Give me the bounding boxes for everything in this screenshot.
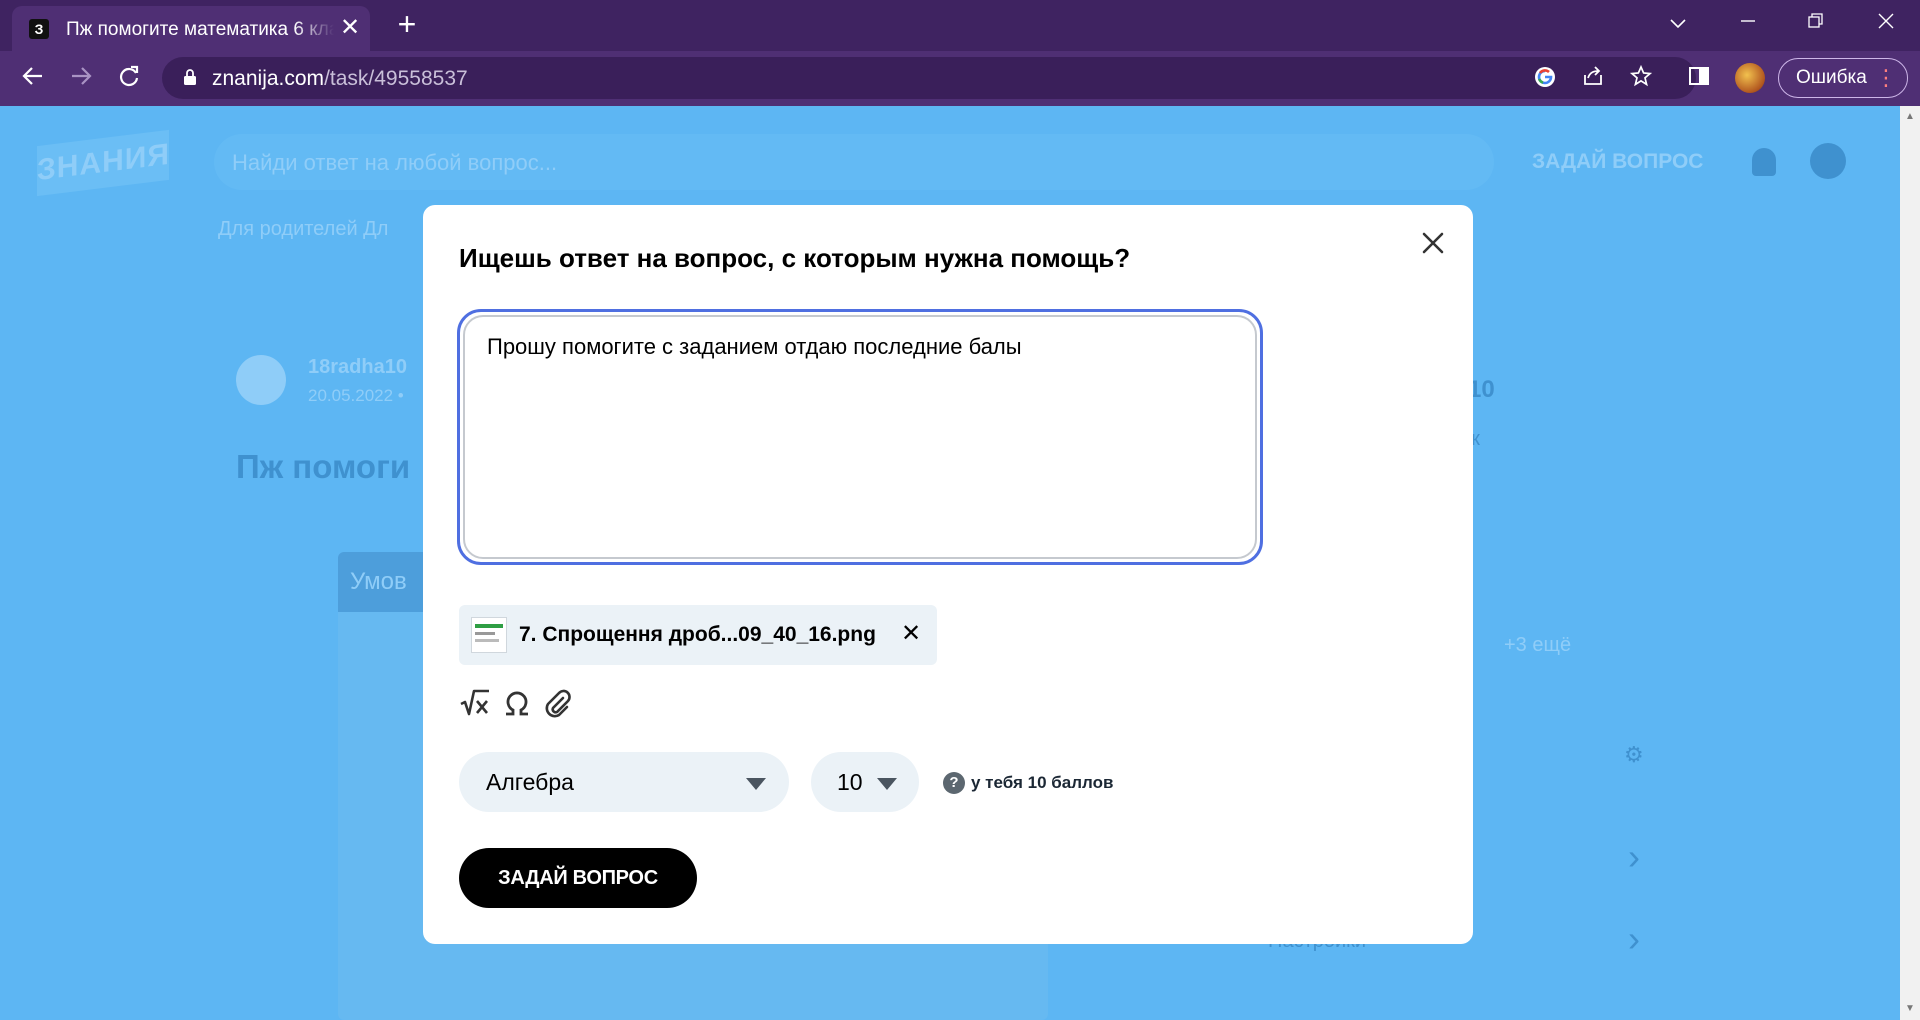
minimize-icon[interactable] [1728, 8, 1768, 38]
remove-attachment-icon[interactable]: ✕ [899, 620, 923, 648]
gear-icon: ⚙ [1624, 742, 1644, 767]
points-info: у тебя 10 баллов [971, 773, 1114, 792]
browser-toolbar: znanija.com/task/49558537 Ошибка ⋮ [0, 51, 1920, 106]
math-formula-icon[interactable] [459, 687, 491, 719]
menu-icon[interactable]: ⋮ [1875, 59, 1897, 96]
chevron-right-icon: › [1628, 918, 1640, 959]
points-select[interactable]: 10 [811, 752, 919, 812]
restore-icon[interactable] [1796, 8, 1836, 38]
scroll-up-icon[interactable]: ▲ [1905, 112, 1915, 122]
omega-symbol-icon[interactable] [501, 687, 533, 719]
page-scrollbar[interactable]: ▲ ▼ [1900, 106, 1920, 1020]
browser-tabbar: З Пж помогите математика 6 клас ✕ + [0, 0, 1920, 51]
google-icon[interactable] [1532, 65, 1558, 91]
tab-close-icon[interactable]: ✕ [338, 16, 362, 40]
question-textarea[interactable]: Прошу помогите с заданием отдаю последни… [457, 309, 1263, 565]
browser-tab[interactable]: З Пж помогите математика 6 клас ✕ [12, 6, 370, 51]
profile-error-button[interactable]: Ошибка ⋮ [1778, 58, 1908, 98]
tab-search-chevron-icon[interactable] [1658, 8, 1698, 38]
scroll-down-icon[interactable]: ▼ [1905, 1004, 1915, 1014]
url-domain: znanija.com [212, 67, 325, 90]
side-panel-icon[interactable] [1686, 65, 1712, 91]
profile-avatar[interactable] [1735, 63, 1765, 93]
question-date: 20.05.2022 • [308, 386, 404, 405]
url-text[interactable]: znanija.com/task/49558537 [212, 67, 468, 91]
subject-value: Алгебра [486, 769, 574, 795]
help-icon[interactable]: ? [943, 772, 965, 794]
site-search-placeholder: Найди ответ на любой вопрос... [232, 150, 558, 175]
question-title: Пж помоги [236, 448, 411, 485]
lock-icon[interactable] [184, 69, 196, 85]
close-icon[interactable] [1415, 225, 1451, 261]
star-icon[interactable] [1628, 64, 1654, 91]
ask-question-modal: Ищешь ответ на вопрос, с которым нужна п… [423, 205, 1473, 944]
subject-select[interactable]: Алгебра [459, 752, 789, 812]
author-avatar [236, 355, 286, 405]
bell-icon [1752, 148, 1776, 176]
user-avatar [1810, 143, 1846, 179]
znanija-favicon-icon: З [29, 19, 49, 39]
question-card-heading: Умов [350, 568, 407, 595]
chevron-down-icon [746, 778, 766, 790]
submit-question-button[interactable]: ЗАДАЙ ВОПРОС [459, 848, 697, 908]
back-icon[interactable] [16, 61, 50, 95]
forward-icon[interactable] [64, 61, 98, 95]
attachment-name: 7. Спрощення дроб...09_40_16.png [519, 623, 876, 646]
new-tab-button[interactable]: + [392, 8, 422, 40]
share-icon[interactable] [1580, 65, 1606, 91]
reload-icon[interactable] [112, 61, 146, 95]
tab-title: Пж помогите математика 6 клас [66, 19, 334, 40]
attachment-chip: 7. Спрощення дроб...09_40_16.png ✕ [459, 605, 937, 665]
points-value: 10 [837, 769, 863, 795]
close-window-icon[interactable] [1866, 8, 1906, 38]
question-text[interactable]: Прошу помогите с заданием отдаю последни… [487, 334, 1240, 360]
modal-title: Ищешь ответ на вопрос, с которым нужна п… [459, 243, 1131, 273]
attachment-thumbnail [471, 617, 507, 653]
chevron-down-icon [877, 778, 897, 790]
error-label: Ошибка [1796, 67, 1867, 88]
paperclip-icon[interactable] [541, 687, 573, 719]
author-name: 18radha10 [308, 356, 407, 378]
site-nav: Для родителей Дл [218, 218, 389, 240]
more-subjects-link: +3 ещё [1504, 634, 1572, 656]
header-ask-question-link: ЗАДАЙ ВОПРОС [1532, 150, 1704, 173]
chevron-right-icon: › [1628, 836, 1640, 877]
address-bar[interactable]: znanija.com/task/49558537 [162, 57, 1696, 99]
url-path: /task/49558537 [324, 67, 468, 90]
